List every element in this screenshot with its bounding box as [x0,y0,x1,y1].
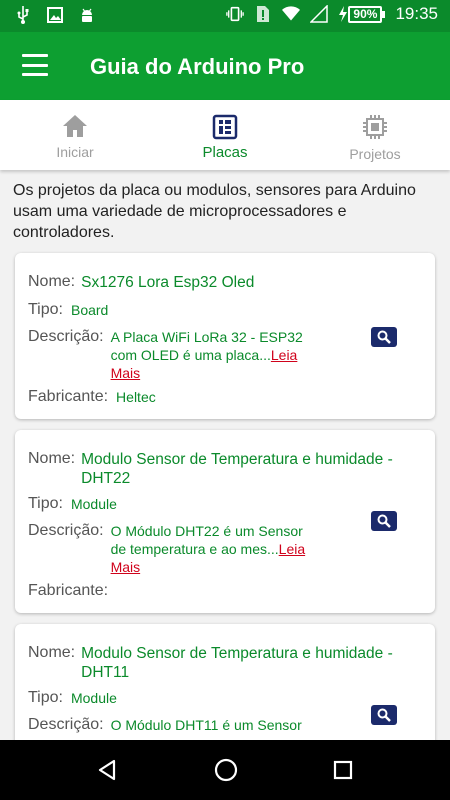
board-card[interactable]: Nome: Modulo Sensor de Temperatura e hum… [15,430,435,613]
description-label: Descrição: [28,328,104,345]
app-bar: Guia do Arduino Pro [0,32,450,100]
search-button[interactable] [371,327,397,347]
board-icon [212,114,238,140]
system-navigation-bar [0,740,450,800]
vibrate-icon [226,5,245,23]
description-label: Descrição: [28,522,104,539]
tab-projetos[interactable]: Projetos [300,100,450,170]
type-label: Tipo: [28,495,63,512]
description-label: Descrição: [28,716,104,733]
board-name: Modulo Sensor de Temperatura e humidade … [81,451,393,487]
wifi-icon [282,5,301,23]
tab-placas[interactable]: Placas [150,100,300,170]
manufacturer-label: Fabricante: [28,388,109,405]
tab-iniciar[interactable]: Iniciar [0,100,150,170]
board-description: O Módulo DHT11 é um Sensor [110,717,302,733]
name-label: Nome: [28,273,76,290]
type-label: Tipo: [28,689,63,706]
type-label: Tipo: [28,301,63,318]
recent-apps-icon[interactable] [332,759,354,781]
battery-indicator: 90% [338,5,386,23]
app-title: Guia do Arduino Pro [90,54,305,79]
chip-icon [363,115,387,139]
search-icon [377,708,391,722]
name-label: Nome: [28,450,76,467]
board-description: O Módulo DHT22 é um Sensor de temperatur… [110,523,306,575]
board-name: Sx1276 Lora Esp32 Oled [81,274,255,291]
name-label: Nome: [28,644,76,661]
board-name: Modulo Sensor de Temperatura e humidade … [81,645,393,681]
board-manufacturer: Heltec [116,389,156,405]
board-description: A Placa WiFi LoRa 32 - ESP32 com OLED é … [110,329,303,381]
menu-icon[interactable] [22,54,48,76]
search-icon [377,514,391,528]
battery-charging-icon [339,6,348,22]
search-button[interactable] [371,511,397,531]
clock: 19:35 [395,4,438,23]
battery-level: 90% [348,5,383,23]
image-icon [46,6,64,24]
signal-icon [310,5,329,23]
manufacturer-label: Fabricante: [28,582,109,599]
intro-text: Os projetos da placa ou modulos, sensore… [13,182,416,241]
board-type: Module [70,496,117,512]
board-type: Board [70,302,109,318]
search-button[interactable] [371,705,397,725]
back-icon[interactable] [96,758,120,782]
tab-label: Iniciar [56,144,94,160]
alert-sim-icon [254,5,272,23]
home-nav-icon[interactable] [213,757,239,783]
status-bar: 90% 19:35 [0,0,450,32]
android-icon [78,6,96,24]
home-icon [63,115,87,137]
usb-icon [14,6,32,24]
board-type: Module [70,690,117,706]
tab-label: Placas [202,144,248,161]
tab-bar: Iniciar Placas Projetos [0,100,450,170]
search-icon [377,330,391,344]
board-card[interactable]: Nome: Sx1276 Lora Esp32 Oled Tipo: Board… [15,253,435,419]
tab-label: Projetos [349,146,401,162]
